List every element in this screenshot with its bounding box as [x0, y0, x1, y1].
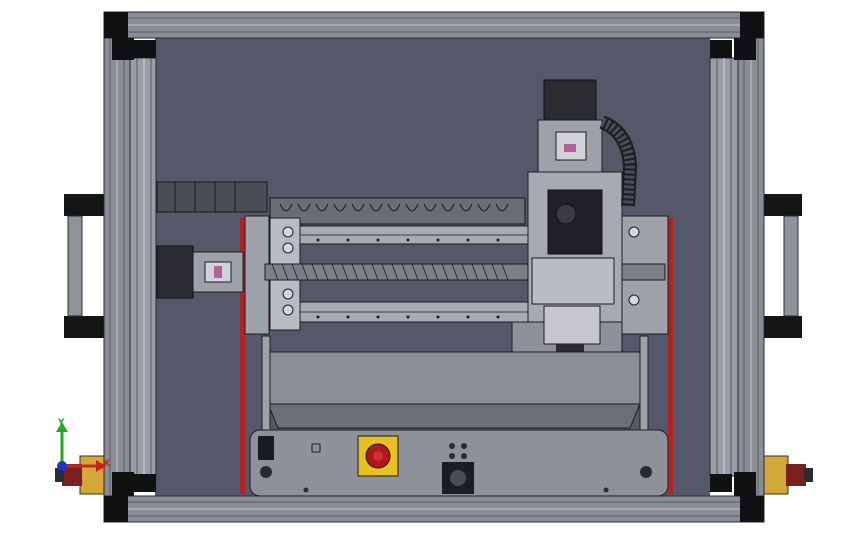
- power-connector-right-icon: [761, 455, 813, 495]
- z-axis-carriage: [511, 171, 623, 362]
- triad-y-label: Y: [57, 418, 65, 428]
- stepper-motor-y-icon: [156, 245, 244, 299]
- left-handle-icon[interactable]: [64, 194, 110, 338]
- stepper-motor-z-icon: [537, 79, 603, 173]
- triad-x-label: X: [103, 459, 110, 469]
- cnc-machine-drawing: Y X: [55, 11, 813, 523]
- frame-left-extrusion: [103, 37, 157, 497]
- emergency-stop-icon[interactable]: [357, 435, 399, 477]
- power-inlet-icon: [442, 462, 474, 494]
- frame-right-extrusion: [709, 37, 765, 497]
- cad-viewport[interactable]: Y X: [0, 0, 867, 533]
- frame-top-extrusion: [103, 11, 765, 39]
- frame-bottom-extrusion: [103, 495, 765, 523]
